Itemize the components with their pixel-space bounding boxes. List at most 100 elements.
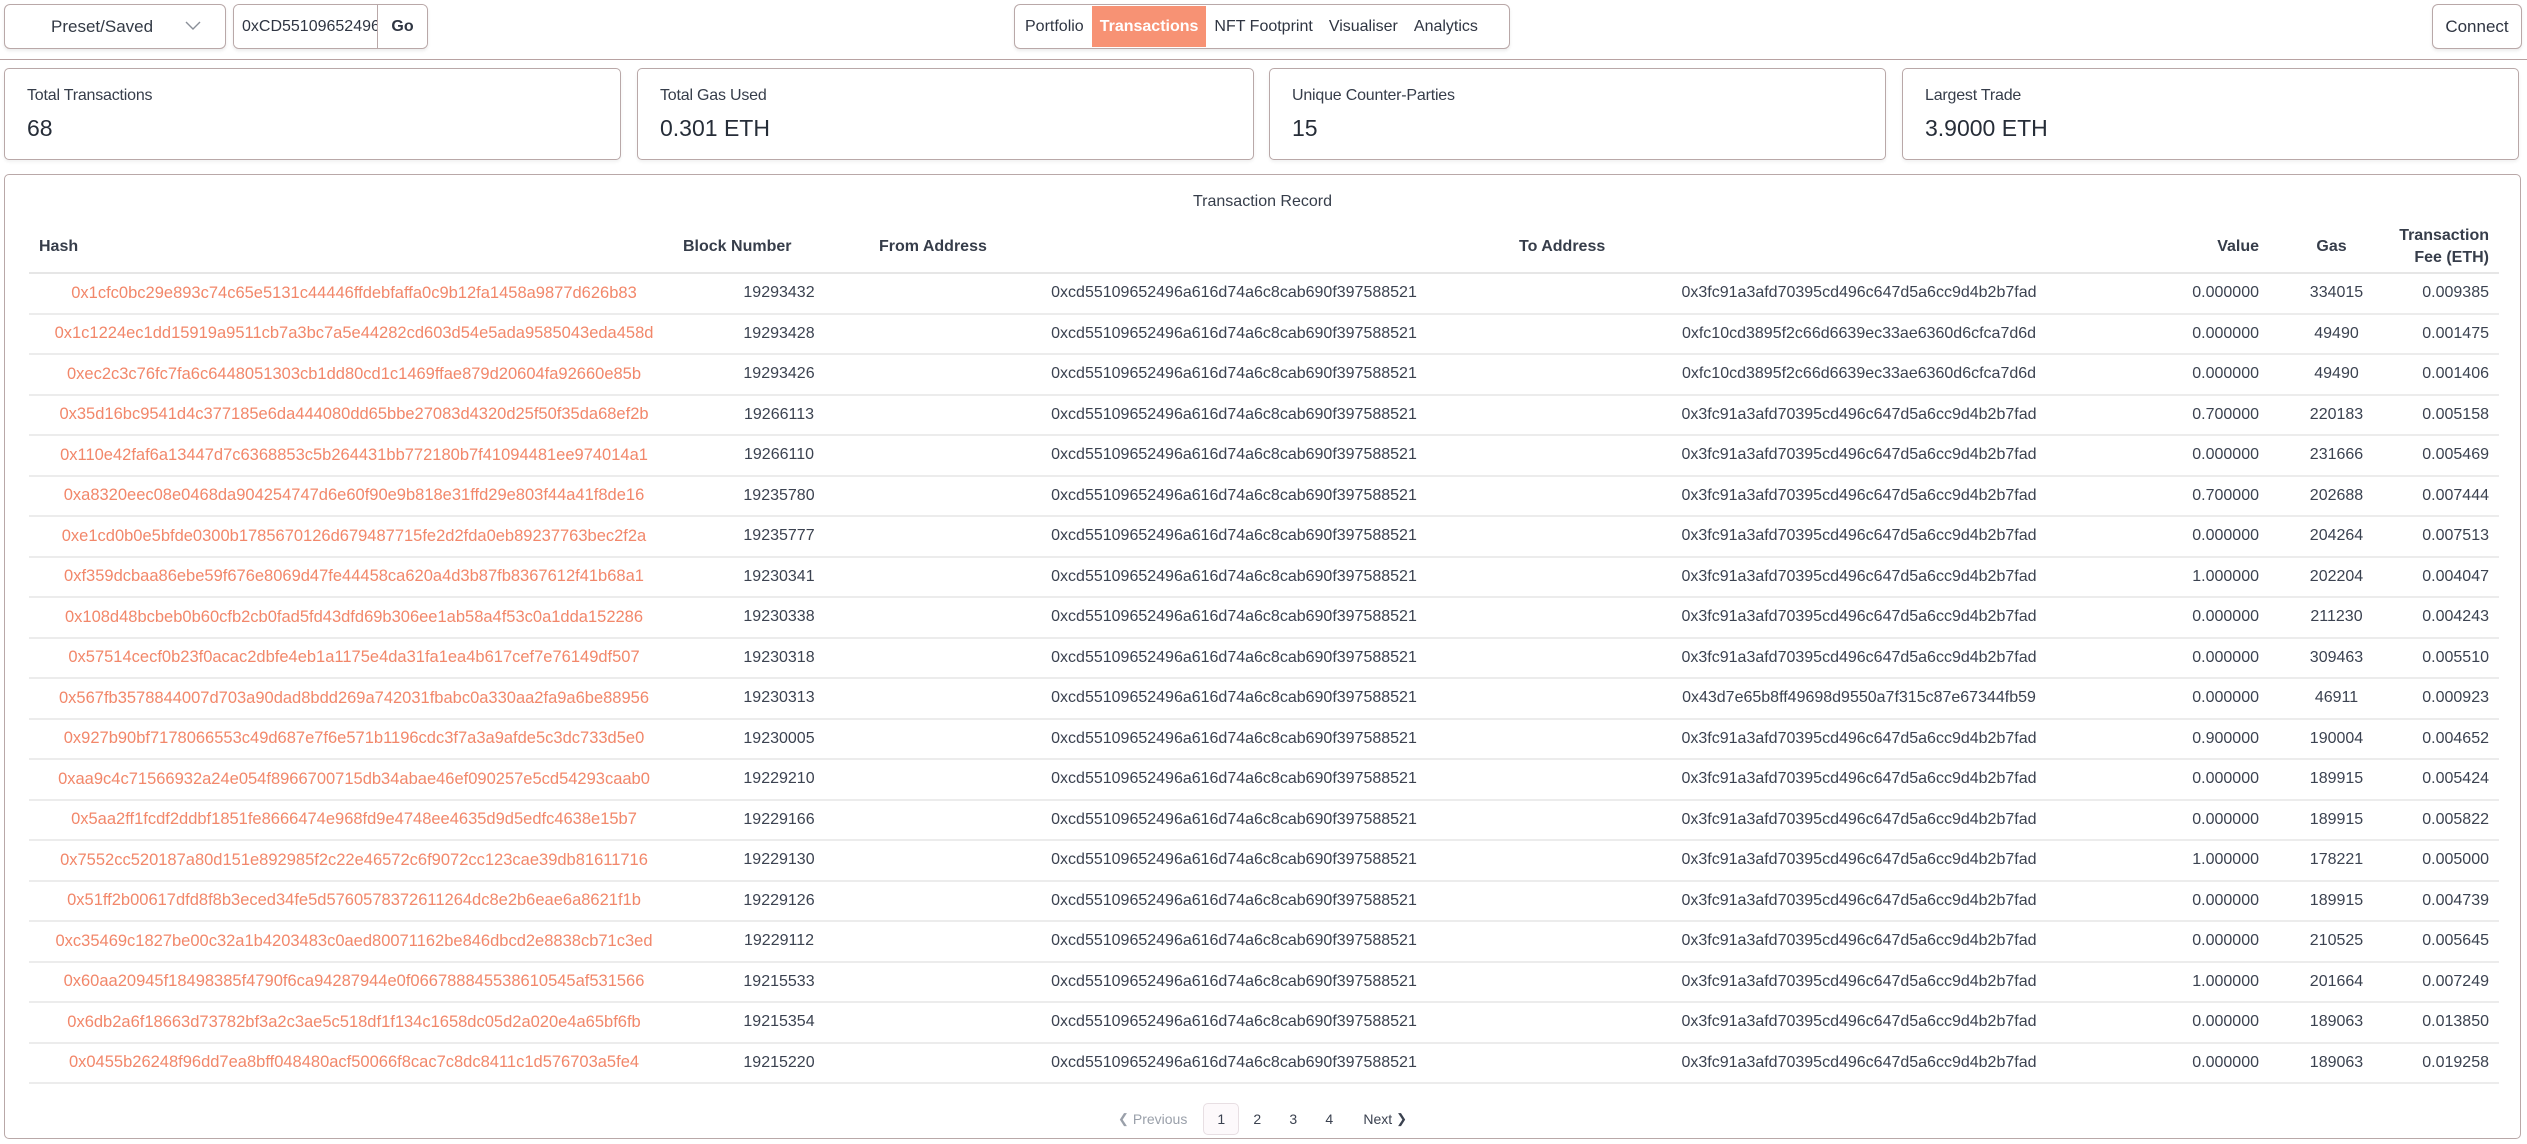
table-row: 0x1cfc0bc29e893c74c65e5131c44446ffdebfaf… bbox=[29, 273, 2499, 315]
chevron-down-icon bbox=[185, 21, 201, 30]
table-row: 0xa8320eec08e0468da904254747d6e60f90e9b8… bbox=[29, 475, 2499, 517]
next-page-button[interactable]: Next ❯ bbox=[1357, 1103, 1417, 1135]
gas: 189063 bbox=[2279, 1042, 2394, 1084]
wallet-address-input[interactable] bbox=[234, 5, 378, 48]
hash-link[interactable]: 0x567fb3578844007d703a90dad8bdd269a74203… bbox=[29, 678, 679, 720]
transaction-fee: 0.005510 bbox=[2394, 637, 2499, 679]
hash-link[interactable]: 0xaa9c4c71566932a24e054f8966700715db34ab… bbox=[29, 759, 679, 801]
tab-portfolio[interactable]: Portfolio bbox=[1017, 6, 1092, 47]
to-address: 0x43d7e65b8ff49698d9550a7f315c87e67344fb… bbox=[1519, 678, 2139, 720]
transaction-fee: 0.005424 bbox=[2394, 759, 2499, 801]
gas: 210525 bbox=[2279, 921, 2394, 963]
column-header-hash[interactable]: Hash bbox=[29, 221, 679, 274]
preset-saved-dropdown[interactable]: Preset/Saved bbox=[4, 4, 226, 49]
column-header-from-address[interactable]: From Address bbox=[879, 221, 1519, 274]
transaction-fee: 0.005645 bbox=[2394, 921, 2499, 963]
hash-link[interactable]: 0xf359dcbaa86ebe59f676e8069d47fe44458ca6… bbox=[29, 556, 679, 598]
value: 0.000000 bbox=[2139, 637, 2279, 679]
hash-link[interactable]: 0x110e42faf6a13447d7c6368853c5b264431bb7… bbox=[29, 435, 679, 477]
page-2-button[interactable]: 2 bbox=[1239, 1103, 1275, 1135]
transaction-fee: 0.005822 bbox=[2394, 799, 2499, 841]
column-header-value[interactable]: Value bbox=[2139, 221, 2279, 274]
column-header-to-address[interactable]: To Address bbox=[1519, 221, 2139, 274]
hash-link[interactable]: 0x60aa20945f18498385f4790f6ca94287944e0f… bbox=[29, 961, 679, 1003]
hash-link[interactable]: 0x57514cecf0b23f0acac2dbfe4eb1a1175e4da3… bbox=[29, 637, 679, 679]
gas: 190004 bbox=[2279, 718, 2394, 760]
hash-link[interactable]: 0x927b90bf7178066553c49d687e7f6e571b1196… bbox=[29, 718, 679, 760]
to-address: 0x3fc91a3afd70395cd496c647d5a6cc9d4b2b7f… bbox=[1519, 759, 2139, 801]
gas: 189063 bbox=[2279, 1002, 2394, 1044]
table-row: 0x5aa2ff1fcdf2ddbf1851fe8666474e968fd9e4… bbox=[29, 799, 2499, 841]
value: 0.900000 bbox=[2139, 718, 2279, 760]
to-address: 0x3fc91a3afd70395cd496c647d5a6cc9d4b2b7f… bbox=[1519, 799, 2139, 841]
hash-link[interactable]: 0xa8320eec08e0468da904254747d6e60f90e9b8… bbox=[29, 475, 679, 517]
from-address: 0xcd55109652496a616d74a6c8cab690f3975885… bbox=[879, 678, 1519, 720]
page-4-button[interactable]: 4 bbox=[1311, 1103, 1347, 1135]
from-address: 0xcd55109652496a616d74a6c8cab690f3975885… bbox=[879, 637, 1519, 679]
hash-link[interactable]: 0x6db2a6f18663d73782bf3a2c3ae5c518df1f13… bbox=[29, 1002, 679, 1044]
tab-analytics[interactable]: Analytics bbox=[1406, 6, 1486, 47]
main-tabs: Portfolio Transactions NFT Footprint Visual… bbox=[1014, 4, 1510, 49]
page-3-button[interactable]: 3 bbox=[1275, 1103, 1311, 1135]
go-button[interactable]: Go bbox=[378, 5, 427, 48]
table-row: 0x108d48bcbeb0b60cfb2cb0fad5fd43dfd69b30… bbox=[29, 597, 2499, 639]
tab-visualiser[interactable]: Visualiser bbox=[1321, 6, 1406, 47]
from-address: 0xcd55109652496a616d74a6c8cab690f3975885… bbox=[879, 840, 1519, 882]
table-row: 0x0455b26248f96dd7ea8bff048480acf50066f8… bbox=[29, 1042, 2499, 1084]
from-address: 0xcd55109652496a616d74a6c8cab690f3975885… bbox=[879, 556, 1519, 598]
hash-link[interactable]: 0x108d48bcbeb0b60cfb2cb0fad5fd43dfd69b30… bbox=[29, 597, 679, 639]
hash-link[interactable]: 0x35d16bc9541d4c377185e6da444080dd65bbe2… bbox=[29, 394, 679, 436]
to-address: 0x3fc91a3afd70395cd496c647d5a6cc9d4b2b7f… bbox=[1519, 394, 2139, 436]
hash-link[interactable]: 0xc35469c1827be00c32a1b4203483c0aed80071… bbox=[29, 921, 679, 963]
to-address: 0x3fc91a3afd70395cd496c647d5a6cc9d4b2b7f… bbox=[1519, 1002, 2139, 1044]
column-header-block-number[interactable]: Block Number bbox=[679, 221, 879, 274]
hash-link[interactable]: 0x0455b26248f96dd7ea8bff048480acf50066f8… bbox=[29, 1042, 679, 1084]
hash-link[interactable]: 0xe1cd0b0e5bfde0300b1785670126d679487715… bbox=[29, 516, 679, 558]
column-header-transaction-fee[interactable]: Transaction Fee (ETH) bbox=[2394, 221, 2499, 274]
gas: 220183 bbox=[2279, 394, 2394, 436]
value: 0.000000 bbox=[2139, 1002, 2279, 1044]
stats-row: Total Transactions 68 Total Gas Used 0.3… bbox=[4, 68, 2521, 160]
hash-link[interactable]: 0x1cfc0bc29e893c74c65e5131c44446ffdebfaf… bbox=[29, 273, 679, 315]
to-address: 0x3fc91a3afd70395cd496c647d5a6cc9d4b2b7f… bbox=[1519, 597, 2139, 639]
block-number: 19229166 bbox=[679, 799, 879, 841]
gas: 178221 bbox=[2279, 840, 2394, 882]
hash-link[interactable]: 0xec2c3c76fc7fa6c6448051303cb1dd80cd1c14… bbox=[29, 354, 679, 396]
value: 1.000000 bbox=[2139, 840, 2279, 882]
connect-button[interactable]: Connect bbox=[2432, 4, 2522, 49]
page-1-button[interactable]: 1 bbox=[1203, 1103, 1240, 1135]
previous-page-button[interactable]: ❮ Previous bbox=[1108, 1103, 1193, 1135]
to-address: 0x3fc91a3afd70395cd496c647d5a6cc9d4b2b7f… bbox=[1519, 637, 2139, 679]
block-number: 19235777 bbox=[679, 516, 879, 558]
to-address: 0x3fc91a3afd70395cd496c647d5a6cc9d4b2b7f… bbox=[1519, 475, 2139, 517]
transaction-fee: 0.000923 bbox=[2394, 678, 2499, 720]
stat-value: 3.9000 ETH bbox=[1925, 115, 2048, 141]
block-number: 19293428 bbox=[679, 313, 879, 355]
from-address: 0xcd55109652496a616d74a6c8cab690f3975885… bbox=[879, 961, 1519, 1003]
hash-link[interactable]: 0x1c1224ec1dd15919a9511cb7a3bc7a5e44282c… bbox=[29, 313, 679, 355]
table-row: 0xec2c3c76fc7fa6c6448051303cb1dd80cd1c14… bbox=[29, 354, 2499, 396]
transaction-fee: 0.007513 bbox=[2394, 516, 2499, 558]
table-row: 0x51ff2b00617dfd8f8b3eced34fe5d576057837… bbox=[29, 880, 2499, 922]
gas: 189915 bbox=[2279, 799, 2394, 841]
value: 0.000000 bbox=[2139, 921, 2279, 963]
table-row: 0x60aa20945f18498385f4790f6ca94287944e0f… bbox=[29, 961, 2499, 1003]
gas: 309463 bbox=[2279, 637, 2394, 679]
transaction-fee: 0.007444 bbox=[2394, 475, 2499, 517]
block-number: 19230338 bbox=[679, 597, 879, 639]
value: 0.000000 bbox=[2139, 435, 2279, 477]
tab-transactions[interactable]: Transactions bbox=[1091, 6, 1207, 47]
from-address: 0xcd55109652496a616d74a6c8cab690f3975885… bbox=[879, 597, 1519, 639]
from-address: 0xcd55109652496a616d74a6c8cab690f3975885… bbox=[879, 921, 1519, 963]
table-header-row: Hash Block Number From Address To Addres… bbox=[29, 221, 2499, 274]
hash-link[interactable]: 0x7552cc520187a80d151e892985f2c22e46572c… bbox=[29, 840, 679, 882]
table-row: 0x927b90bf7178066553c49d687e7f6e571b1196… bbox=[29, 718, 2499, 760]
tab-nft-footprint[interactable]: NFT Footprint bbox=[1206, 6, 1320, 47]
hash-link[interactable]: 0x5aa2ff1fcdf2ddbf1851fe8666474e968fd9e4… bbox=[29, 799, 679, 841]
column-header-gas[interactable]: Gas bbox=[2279, 221, 2394, 274]
block-number: 19293426 bbox=[679, 354, 879, 396]
to-address: 0x3fc91a3afd70395cd496c647d5a6cc9d4b2b7f… bbox=[1519, 921, 2139, 963]
to-address: 0x3fc91a3afd70395cd496c647d5a6cc9d4b2b7f… bbox=[1519, 435, 2139, 477]
hash-link[interactable]: 0x51ff2b00617dfd8f8b3eced34fe5d576057837… bbox=[29, 880, 679, 922]
block-number: 19230341 bbox=[679, 556, 879, 598]
